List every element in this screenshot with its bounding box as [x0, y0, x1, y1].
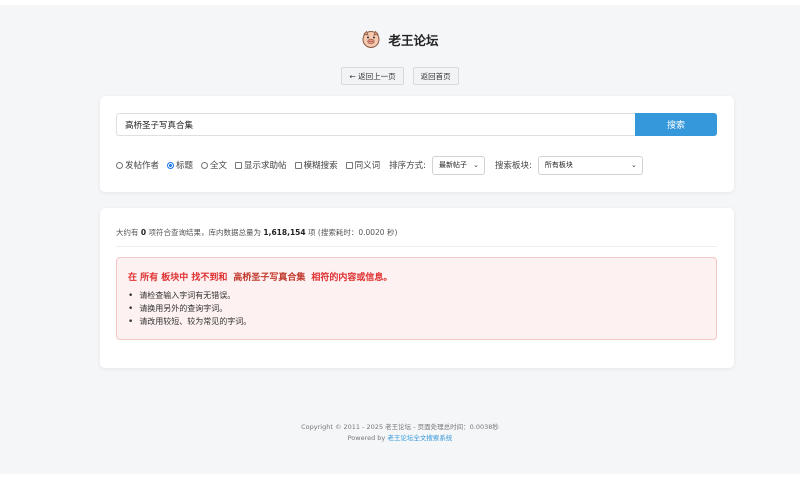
search-options: 发帖作者 标题 全文 显示求助帖 模糊搜索 同义词 排序方式: 最新帖子 ⌄ 搜… [116, 155, 643, 175]
chevron-down-icon: ⌄ [473, 161, 479, 169]
checkbox-icon[interactable] [235, 161, 243, 169]
list-item: 请换用另外的查询字词。 [128, 302, 251, 315]
result-count: 0 [140, 228, 147, 237]
fuzzy-search-option[interactable]: 模糊搜索 [294, 159, 338, 171]
powered-by: Powered by 老王论坛全文搜索系统 [0, 433, 800, 444]
summary-prefix: 大约有 [116, 228, 139, 237]
option-label: 模糊搜索 [303, 161, 338, 171]
result-summary: 大约有 0 项符合查询结果，库内数据总量为 1,618,154 项 (搜索耗时：… [116, 227, 397, 238]
copyright-text: Copyright © 2011 - 2025 老王论坛 - 页面处理总时间：0… [301, 423, 499, 431]
radio-icon[interactable] [116, 161, 123, 169]
home-button[interactable]: 返回首页 [412, 67, 459, 85]
synonym-option[interactable]: 同义词 [345, 159, 381, 171]
site-header: 老王论坛 [0, 29, 800, 49]
top-strip [0, 0, 800, 5]
notice-title: 在 所有 板块中 找不到和 高桥圣子写真合集 相符的内容或信息。 [128, 270, 392, 283]
checkbox-icon[interactable] [345, 161, 353, 169]
search-button[interactable]: 搜索 [635, 113, 717, 136]
list-item: 请改用较短、较为常见的字词。 [128, 315, 251, 328]
show-help-posts-option[interactable]: 显示求助帖 [235, 159, 287, 171]
option-label: 全文 [210, 161, 228, 171]
notice-keyword: 高桥圣子写真合集 [233, 273, 306, 283]
total-count: 1,618,154 [263, 228, 306, 237]
scope-title-option[interactable]: 标题 [167, 159, 193, 171]
site-title: 老王论坛 [388, 32, 439, 48]
summary-middle: 项符合查询结果，库内数据总量为 [148, 228, 262, 237]
search-bar: 搜索 [116, 113, 717, 136]
nav-buttons: ← 返回上一页 返回首页 [0, 67, 800, 85]
board-select[interactable]: 所有板块 ⌄ [537, 155, 643, 175]
powered-link[interactable]: 老王论坛全文搜索系统 [387, 434, 452, 442]
sort-select[interactable]: 最新帖子 ⌄ [431, 155, 485, 175]
search-card: 搜索 发帖作者 标题 全文 显示求助帖 模糊搜索 同义词 排序方式: 最新帖子 [100, 96, 734, 192]
notice-prefix: 在 所有 板块中 找不到和 [128, 273, 228, 283]
back-button[interactable]: ← 返回上一页 [341, 67, 404, 85]
option-label: 显示求助帖 [244, 161, 287, 171]
pig-face-icon [362, 30, 380, 48]
search-input[interactable] [116, 113, 635, 136]
results-card: 大约有 0 项符合查询结果，库内数据总量为 1,618,154 项 (搜索耗时：… [100, 208, 734, 368]
notice-suffix: 相符的内容或信息。 [311, 273, 393, 283]
board-label: 搜索板块: [494, 161, 532, 171]
chevron-down-icon: ⌄ [630, 161, 637, 169]
checkbox-icon[interactable] [294, 161, 302, 169]
bottom-strip [0, 474, 800, 478]
no-results-notice: 在 所有 板块中 找不到和 高桥圣子写真合集 相符的内容或信息。 请检查输入字词… [116, 257, 717, 340]
radio-icon[interactable] [201, 161, 209, 169]
tips-list: 请检查输入字词有无错误。 请换用另外的查询字词。 请改用较短、较为常见的字词。 [128, 289, 251, 328]
radio-checked-icon[interactable] [167, 161, 175, 169]
option-label: 标题 [176, 161, 194, 171]
sort-select-value: 最新帖子 [438, 161, 467, 169]
summary-suffix: 项 (搜索耗时：0.0020 秒) [308, 228, 398, 237]
powered-prefix: Powered by [347, 434, 386, 442]
option-label: 同义词 [354, 161, 381, 171]
scope-fulltext-option[interactable]: 全文 [201, 159, 227, 171]
option-label: 发帖作者 [125, 161, 160, 171]
sort-label: 排序方式: [389, 161, 426, 171]
footer: Copyright © 2011 - 2025 老王论坛 - 页面处理总时间：0… [0, 422, 800, 444]
scope-author-option[interactable]: 发帖作者 [116, 159, 159, 171]
list-item: 请检查输入字词有无错误。 [128, 289, 251, 302]
divider [116, 246, 717, 247]
board-select-value: 所有板块 [544, 161, 573, 169]
